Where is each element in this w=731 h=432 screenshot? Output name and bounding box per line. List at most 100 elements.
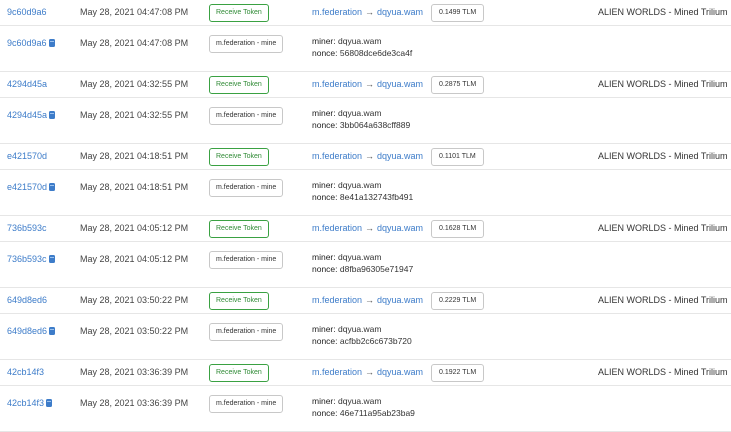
- nonce-value: d8fba96305e71947: [339, 264, 414, 274]
- tx-date: May 28, 2021 04:18:51 PM: [80, 151, 189, 161]
- transfer-flow: m.federation → dqyua.wam: [312, 367, 423, 377]
- tx-link[interactable]: 649d8ed6: [7, 326, 56, 336]
- miner-label: miner:: [312, 180, 336, 190]
- arrow-right-icon: →: [365, 7, 375, 17]
- amount-badge: 0.1499 TLM: [431, 4, 485, 22]
- table-row: 4294d45a May 28, 2021 04:32:55 PM Receiv…: [0, 72, 731, 98]
- action-badge: m.federation - mine: [209, 395, 284, 413]
- action-badge: m.federation - mine: [209, 35, 284, 53]
- contract-cube-icon: [49, 183, 56, 191]
- memo-text: ALIEN WORLDS - Mined Trilium: [598, 223, 728, 233]
- table-row: 736b593c May 28, 2021 04:05:12 PM m.fede…: [0, 242, 731, 288]
- table-row: 4294d45a May 28, 2021 04:32:55 PM m.fede…: [0, 98, 731, 144]
- tx-date: May 28, 2021 03:36:39 PM: [80, 367, 189, 377]
- action-details: miner: dqyua.wam nonce: d8fba96305e71947: [312, 251, 413, 275]
- receive-token-badge: Receive Token: [209, 292, 269, 310]
- nonce-value: 8e41a132743fb491: [339, 192, 414, 202]
- tx-link[interactable]: 42cb14f3: [7, 398, 53, 408]
- table-row: 42cb14f3 May 28, 2021 03:36:39 PM Receiv…: [0, 360, 731, 386]
- arrow-right-icon: →: [365, 223, 375, 233]
- tx-link[interactable]: 4294d45a: [7, 110, 56, 120]
- to-account-link[interactable]: dqyua.wam: [377, 295, 423, 305]
- to-account-link[interactable]: dqyua.wam: [377, 7, 423, 17]
- to-account-link[interactable]: dqyua.wam: [377, 223, 423, 233]
- miner-label: miner:: [312, 36, 336, 46]
- to-account-link[interactable]: dqyua.wam: [377, 79, 423, 89]
- receive-token-badge: Receive Token: [209, 364, 269, 382]
- action-badge: m.federation - mine: [209, 251, 284, 269]
- to-account-link[interactable]: dqyua.wam: [377, 367, 423, 377]
- amount-badge: 0.1628 TLM: [431, 220, 485, 238]
- action-details: miner: dqyua.wam nonce: 46e711a95ab23ba9: [312, 395, 415, 419]
- transfer-flow: m.federation → dqyua.wam: [312, 79, 423, 89]
- contract-cube-icon: [48, 255, 55, 263]
- miner-value: dqyua.wam: [338, 108, 382, 118]
- memo-text: ALIEN WORLDS - Mined Trilium: [598, 367, 728, 377]
- amount-badge: 0.2875 TLM: [431, 76, 485, 94]
- tx-link[interactable]: 9c60d9a6: [7, 7, 47, 17]
- tx-link[interactable]: e421570d: [7, 151, 47, 161]
- miner-value: dqyua.wam: [338, 252, 382, 262]
- miner-value: dqyua.wam: [338, 396, 382, 406]
- memo-text: ALIEN WORLDS - Mined Trilium: [598, 151, 728, 161]
- tx-link[interactable]: 736b593c: [7, 223, 47, 233]
- from-account-link[interactable]: m.federation: [312, 223, 362, 233]
- tx-date: May 28, 2021 03:50:22 PM: [80, 326, 189, 336]
- from-account-link[interactable]: m.federation: [312, 367, 362, 377]
- tx-link[interactable]: 9c60d9a6: [7, 38, 55, 48]
- table-row: 736b593c May 28, 2021 04:05:12 PM Receiv…: [0, 216, 731, 242]
- from-account-link[interactable]: m.federation: [312, 7, 362, 17]
- nonce-label: nonce:: [312, 192, 338, 202]
- miner-label: miner:: [312, 252, 336, 262]
- action-details: miner: dqyua.wam nonce: acfbb2c6c673b720: [312, 323, 412, 347]
- arrow-right-icon: →: [365, 151, 375, 161]
- miner-value: dqyua.wam: [338, 324, 382, 334]
- table-row: 9c60d9a6 May 28, 2021 04:47:08 PM Receiv…: [0, 0, 731, 26]
- nonce-value: 46e711a95ab23ba9: [339, 408, 415, 418]
- tx-link[interactable]: 4294d45a: [7, 79, 47, 89]
- receive-token-badge: Receive Token: [209, 4, 269, 22]
- tx-date: May 28, 2021 04:32:55 PM: [80, 110, 189, 120]
- tx-date: May 28, 2021 04:32:55 PM: [80, 79, 189, 89]
- tx-link[interactable]: 649d8ed6: [7, 295, 47, 305]
- tx-date: May 28, 2021 04:47:08 PM: [80, 7, 189, 17]
- tx-link[interactable]: 42cb14f3: [7, 367, 44, 377]
- amount-badge: 0.2229 TLM: [431, 292, 485, 310]
- contract-cube-icon: [48, 39, 55, 47]
- transfer-flow: m.federation → dqyua.wam: [312, 223, 423, 233]
- nonce-label: nonce:: [312, 408, 338, 418]
- action-badge: m.federation - mine: [209, 107, 284, 125]
- tx-link[interactable]: 736b593c: [7, 254, 55, 264]
- from-account-link[interactable]: m.federation: [312, 295, 362, 305]
- receive-token-badge: Receive Token: [209, 220, 269, 238]
- action-details: miner: dqyua.wam nonce: 56808dce6de3ca4f: [312, 35, 412, 59]
- receive-token-badge: Receive Token: [209, 76, 269, 94]
- tx-date: May 28, 2021 03:36:39 PM: [80, 398, 189, 408]
- transfer-flow: m.federation → dqyua.wam: [312, 295, 423, 305]
- amount-badge: 0.1101 TLM: [431, 148, 484, 166]
- tx-link[interactable]: e421570d: [7, 182, 56, 192]
- to-account-link[interactable]: dqyua.wam: [377, 151, 423, 161]
- tx-date: May 28, 2021 04:05:12 PM: [80, 254, 189, 264]
- table-row: 649d8ed6 May 28, 2021 03:50:22 PM Receiv…: [0, 288, 731, 314]
- miner-value: dqyua.wam: [338, 180, 382, 190]
- nonce-label: nonce:: [312, 48, 338, 58]
- nonce-value: 56808dce6de3ca4f: [339, 48, 413, 58]
- miner-label: miner:: [312, 108, 336, 118]
- action-badge: m.federation - mine: [209, 323, 284, 341]
- action-details: miner: dqyua.wam nonce: 3bb064a638cff889: [312, 107, 410, 131]
- memo-text: ALIEN WORLDS - Mined Trilium: [598, 7, 728, 17]
- from-account-link[interactable]: m.federation: [312, 79, 362, 89]
- nonce-label: nonce:: [312, 120, 338, 130]
- miner-label: miner:: [312, 324, 336, 334]
- amount-badge: 0.1922 TLM: [431, 364, 485, 382]
- receive-token-badge: Receive Token: [209, 148, 269, 166]
- from-account-link[interactable]: m.federation: [312, 151, 362, 161]
- action-badge: m.federation - mine: [209, 179, 284, 197]
- tx-date: May 28, 2021 03:50:22 PM: [80, 295, 189, 305]
- table-row: e421570d May 28, 2021 04:18:51 PM m.fede…: [0, 170, 731, 216]
- arrow-right-icon: →: [365, 79, 375, 89]
- contract-cube-icon: [49, 111, 56, 119]
- table-row: 649d8ed6 May 28, 2021 03:50:22 PM m.fede…: [0, 314, 731, 360]
- table-row: 42cb14f3 May 28, 2021 03:36:39 PM m.fede…: [0, 386, 731, 432]
